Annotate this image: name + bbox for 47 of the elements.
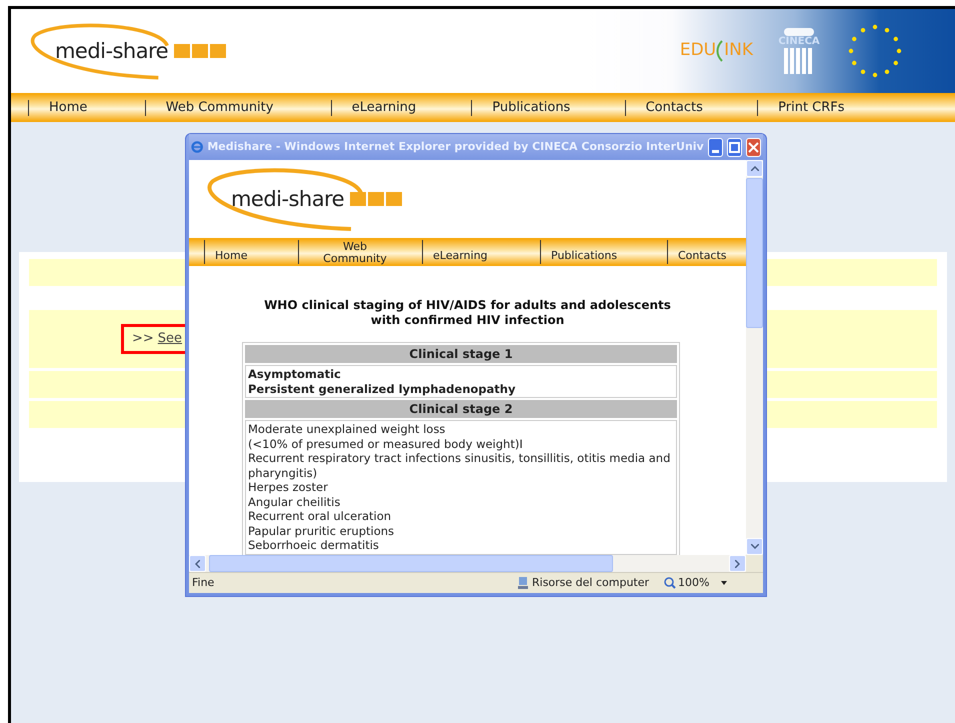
stage-item: Recurrent respiratory tract infections sinusitis, tonsillitis, otitis media and pharyngitis)	[248, 451, 672, 480]
nav-link[interactable]: Web Community	[166, 98, 274, 118]
cineca-logo: CINECA	[775, 28, 823, 74]
page-heading: WHO clinical staging of HIV/AIDS for adults and adolescents with confirmed HIV infection	[263, 298, 672, 328]
logo: medi-share	[201, 160, 431, 239]
close-button[interactable]	[746, 138, 762, 156]
stage-item: Seborrhoeic dermatitis	[248, 538, 380, 552]
stage-item: Herpes zoster	[248, 480, 329, 494]
minimize-button[interactable]	[708, 138, 723, 156]
status-text: Fine	[192, 574, 216, 591]
zoom-icon	[664, 577, 676, 589]
stage-item: Angular cheilitis	[248, 494, 342, 509]
nav-link[interactable]: Home	[215, 242, 248, 262]
close-icon	[748, 142, 759, 152]
minimize-icon	[712, 150, 719, 152]
nav-link[interactable]: Contacts	[678, 242, 727, 262]
stage-item: (<10% of presumed or measured body weight)I	[248, 436, 524, 451]
stage-item: Moderate unexplained weight loss	[248, 422, 446, 436]
horizontal-scrollbar[interactable]	[189, 555, 746, 572]
dropdown-caret-icon[interactable]	[721, 581, 728, 585]
stage-item: Papular pruritic eruptions	[248, 524, 396, 538]
nav-link[interactable]: Home	[49, 98, 88, 118]
stage-heading: Clinical stage 2	[245, 400, 677, 418]
nav-link[interactable]: Publications	[492, 98, 570, 118]
link-prefix: >>	[132, 330, 154, 348]
scroll-thumb[interactable]	[209, 555, 613, 572]
logo: medi-share	[25, 15, 240, 87]
stage-item: Asymptomatic	[248, 367, 342, 382]
nav-link[interactable]: Print CRFs	[778, 98, 845, 118]
vertical-scrollbar[interactable]	[746, 160, 763, 555]
window-title: Medishare - Windows Internet Explorer provided by CINECA Consorzio InterUniv	[207, 138, 704, 155]
nav-link[interactable]: eLearning	[352, 98, 416, 118]
stage-item: Persistent generalized lymphadenopathy	[248, 382, 516, 396]
stage-heading: Clinical stage 1	[245, 345, 677, 363]
see-link[interactable]: See	[158, 329, 182, 349]
maximize-icon	[728, 142, 740, 152]
edulink-logo: EDU INK	[680, 39, 753, 64]
nav-link[interactable]: Publications	[551, 242, 618, 262]
zoom-level: 100%	[678, 574, 710, 591]
nav-link[interactable]: Web Community	[315, 239, 395, 265]
zone-text: Risorse del computer	[532, 574, 650, 591]
computer-icon	[517, 576, 529, 590]
nav-link[interactable]: eLearning	[433, 242, 488, 262]
nav-link[interactable]: Contacts	[646, 98, 703, 118]
stage-item: Recurrent oral ulceration	[248, 509, 392, 524]
scroll-thumb[interactable]	[746, 178, 763, 328]
maximize-button[interactable]	[726, 138, 742, 156]
